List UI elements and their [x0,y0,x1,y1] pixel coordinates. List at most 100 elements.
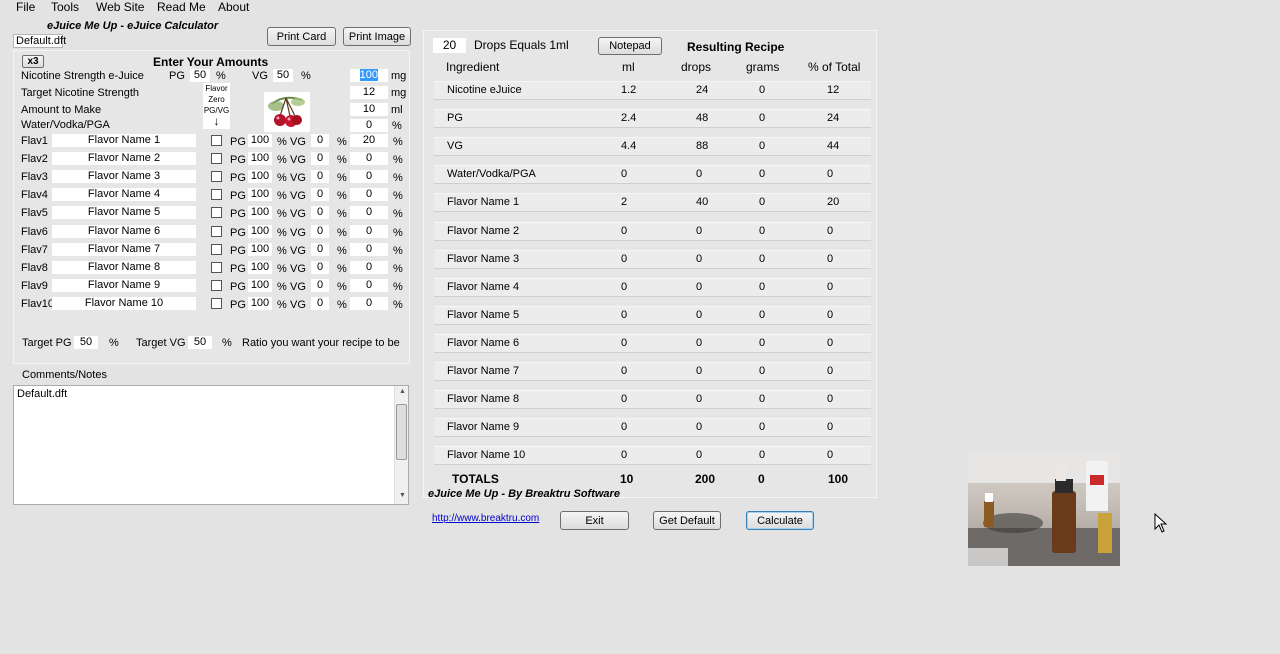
flavor-name-input[interactable]: Flavor Name 9 [52,278,196,292]
flavor-zero-checkbox[interactable] [211,279,222,291]
flavor-pg-input[interactable]: 100 [248,188,272,202]
recipe-drops: 0 [696,336,703,349]
recipe-drops: 0 [696,308,703,321]
menu-about[interactable]: About [218,0,249,15]
flavor-pct-input[interactable]: 0 [350,188,388,202]
flavor-name-input[interactable]: Flavor Name 2 [52,152,196,166]
flavor-vg-pct: % [337,136,347,148]
recipe-drops: 0 [696,252,703,265]
menu-read-me[interactable]: Read Me [157,0,206,15]
recipe-grams: 0 [759,140,766,153]
nic-pg-input[interactable]: 50 [190,69,210,82]
file-name-field[interactable]: Default.dft [13,34,66,48]
website-link[interactable]: http://www.breaktru.com [432,513,539,524]
flavor-vg-input[interactable]: 0 [311,242,329,256]
water-input[interactable]: 0 [350,119,388,132]
flavor-zero-checkbox[interactable] [211,297,222,309]
flavor-zero-checkbox[interactable] [211,171,222,183]
print-image-button[interactable]: Print Image [343,27,411,46]
flavor-name-input[interactable]: Flavor Name 5 [52,206,196,220]
flavor-pct-input[interactable]: 0 [350,242,388,256]
flavor-pct-input[interactable]: 0 [350,296,388,310]
flavor-pct-input[interactable]: 0 [350,206,388,220]
flavor-zero-checkbox[interactable] [211,261,222,273]
drops-input[interactable]: 20 [433,38,466,53]
scroll-thumb[interactable] [396,404,407,460]
flavor-zero-checkbox[interactable] [211,207,222,219]
flavor-vg-input[interactable]: 0 [311,260,329,274]
flavor-pct-input[interactable]: 20 [350,134,388,147]
total-drops: 200 [695,472,716,486]
target-nicotine-input[interactable]: 12 [350,86,388,99]
notepad-button[interactable]: Notepad [598,37,662,55]
nicotine-strength-label: Nicotine Strength e-Juice [21,70,144,82]
comments-scrollbar[interactable]: ▲ ▼ [394,386,408,504]
calculate-button[interactable]: Calculate [746,511,814,530]
flavor-pg-input[interactable]: 100 [248,224,272,238]
recipe-grams: 0 [759,393,766,406]
flavor-pg-input[interactable]: 100 [248,134,272,147]
nic-strength-input[interactable]: 100 [350,69,388,82]
flavor-name-input[interactable]: Flavor Name 8 [52,260,196,274]
flavor-vg-input[interactable]: 0 [311,152,329,166]
flavor-zero-checkbox[interactable] [211,189,222,201]
flavor-vg-pct: % [337,226,347,239]
flavor-name-input[interactable]: Flavor Name 3 [52,170,196,184]
flavor-name-input[interactable]: Flavor Name 1 [52,134,196,147]
flavor-zero-checkbox[interactable] [211,243,222,255]
flavor-pct-unit: % [393,298,403,311]
flavor-pg-input[interactable]: 100 [248,278,272,292]
target-pg-pct: % [109,337,119,349]
flavor-pg-input[interactable]: 100 [248,170,272,184]
flavor-pct-input[interactable]: 0 [350,170,388,184]
flavor-pct-input[interactable]: 0 [350,278,388,292]
flavor-zero-checkbox[interactable] [211,135,222,146]
menu-web-site[interactable]: Web Site [96,0,144,15]
flavor-vg-input[interactable]: 0 [311,224,329,238]
flavor-pct-unit: % [393,136,403,148]
flavor-pg-input[interactable]: 100 [248,152,272,166]
flavor-name-input[interactable]: Flavor Name 6 [52,224,196,238]
scroll-down-icon[interactable]: ▼ [399,492,406,499]
flavor-pg-input[interactable]: 100 [248,242,272,256]
flavor-pg-input[interactable]: 100 [248,296,272,310]
exit-button[interactable]: Exit [560,511,629,530]
flavor-zero-checkbox[interactable] [211,225,222,237]
get-default-button[interactable]: Get Default [653,511,721,530]
flavor-vg-input[interactable]: 0 [311,170,329,184]
recipe-drops: 48 [696,112,709,125]
nic-vg-input[interactable]: 50 [273,69,293,82]
print-card-button[interactable]: Print Card [267,27,336,46]
x3-button[interactable]: x3 [22,55,44,68]
flavor-id: Flav1 [21,135,48,147]
flavor-vg-input[interactable]: 0 [311,134,329,147]
flavor-vg-input[interactable]: 0 [311,188,329,202]
flavor-pg-label: PG [230,208,246,221]
recipe-grams: 0 [759,168,766,181]
flavor-zero-checkbox[interactable] [211,153,222,165]
scroll-up-icon[interactable]: ▲ [399,388,406,395]
flavor-zero-box[interactable]: Flavor Zero PG/VG ↓ [203,83,230,129]
target-pg-input[interactable]: 50 [74,336,98,349]
target-vg-input[interactable]: 50 [188,336,212,349]
flavor-pg-input[interactable]: 100 [248,206,272,220]
flavor-vg-input[interactable]: 0 [311,296,329,310]
flavor-pg-input[interactable]: 100 [248,260,272,274]
flavor-pct-input[interactable]: 0 [350,152,388,166]
recipe-pct: 20 [827,196,840,209]
flavor-vg-input[interactable]: 0 [311,278,329,292]
amount-input[interactable]: 10 [350,103,388,116]
recipe-ml: 2.4 [621,112,637,125]
recipe-ml: 1.2 [621,84,637,96]
comments-textarea[interactable]: Default.dft ▲ ▼ [13,385,409,505]
col-grams: grams [746,60,780,74]
flavor-pct-input[interactable]: 0 [350,260,388,274]
flavor-name-input[interactable]: Flavor Name 10 [52,296,196,310]
menu-tools[interactable]: Tools [51,0,79,15]
flavor-vg-input[interactable]: 0 [311,206,329,220]
flavor-name-input[interactable]: Flavor Name 7 [52,242,196,256]
recipe-row: PG 2.4 48 0 24 [434,109,871,129]
menu-file[interactable]: File [16,0,35,15]
flavor-name-input[interactable]: Flavor Name 4 [52,188,196,202]
flavor-pct-input[interactable]: 0 [350,224,388,238]
